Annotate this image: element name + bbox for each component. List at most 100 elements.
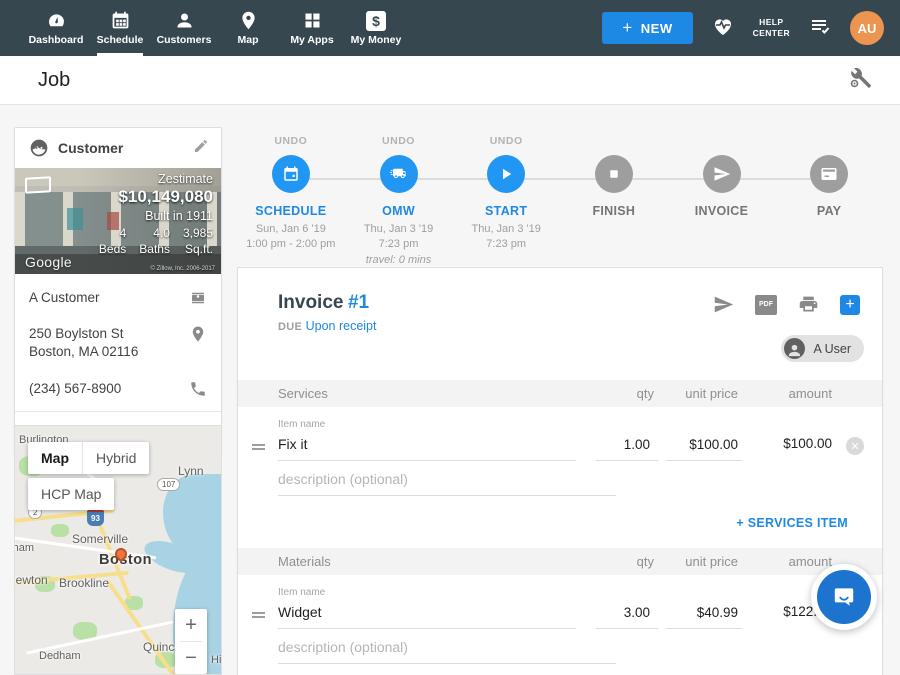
nav-item-schedule[interactable]: Schedule xyxy=(88,0,152,56)
streetview-expand-icon[interactable] xyxy=(25,176,51,193)
dashboard-icon xyxy=(46,10,67,31)
unit-price-column-header: unit price xyxy=(662,554,742,569)
services-section-header: Services qty unit price amount xyxy=(238,380,882,407)
delete-item-icon[interactable]: ✕ xyxy=(846,437,864,455)
customer-card-header: Customer xyxy=(15,128,221,168)
storefront-detail xyxy=(67,208,83,230)
timeline-step-schedule: UNDO SCHEDULE Sun, Jan 6 '191:00 pm - 2:… xyxy=(237,135,345,268)
material-qty-input[interactable] xyxy=(596,599,658,629)
map-type-button-hcp[interactable]: HCP Map xyxy=(28,478,114,510)
checklist-icon[interactable] xyxy=(808,14,832,43)
schedule-step-button[interactable] xyxy=(272,155,310,193)
property-photo[interactable]: Zestimate $10,149,080 Built in 1911 4Bed… xyxy=(15,168,221,274)
zoom-in-button[interactable]: + xyxy=(175,609,207,641)
start-step-button[interactable] xyxy=(487,155,525,193)
service-qty-input[interactable] xyxy=(596,431,658,461)
new-button[interactable]: + NEW xyxy=(602,12,692,44)
travel-time: travel: 0 mins xyxy=(364,253,433,268)
map-label-waltham: Waltham xyxy=(14,542,34,554)
amount-column-header: amount xyxy=(742,554,838,569)
add-invoice-icon[interactable]: + xyxy=(840,295,860,315)
drag-handle-icon[interactable] xyxy=(252,610,278,629)
nav-item-dashboard[interactable]: Dashboard xyxy=(24,0,88,56)
step-label: SCHEDULE xyxy=(255,204,326,218)
service-unit-price-input[interactable] xyxy=(666,431,742,461)
print-icon[interactable] xyxy=(798,294,819,315)
service-description-input[interactable] xyxy=(278,465,616,496)
chat-bubble-icon xyxy=(817,570,871,624)
due-label: DUE xyxy=(278,321,302,333)
zillow-copyright: © Zillow, Inc. 2006-2017 xyxy=(151,266,215,272)
chat-launcher-button[interactable] xyxy=(811,564,877,630)
nav-label: Map xyxy=(238,34,259,46)
nav-label: Dashboard xyxy=(29,34,84,46)
customer-name-row: A Customer xyxy=(15,280,221,316)
add-services-item-button[interactable]: + SERVICES ITEM xyxy=(736,516,848,530)
customer-phone-row: (234) 567-8900 xyxy=(15,371,221,407)
nav-item-map[interactable]: Map xyxy=(216,0,280,56)
invoice-step-button[interactable] xyxy=(703,155,741,193)
edit-pencil-icon[interactable] xyxy=(193,138,209,159)
material-description-input[interactable] xyxy=(278,633,616,664)
timeline-step-finish: FINISH xyxy=(560,135,668,268)
amount-column-header: amount xyxy=(742,386,838,401)
step-label: PAY xyxy=(817,204,842,218)
nav-label: My Money xyxy=(351,34,402,46)
timeline-step-omw: UNDO OMW Thu, Jan 3 '197:23 pm travel: 0… xyxy=(345,135,453,268)
contact-card-icon[interactable] xyxy=(189,289,207,307)
map-label-dedham: Dedham xyxy=(39,650,81,662)
drag-handle-icon[interactable] xyxy=(252,442,278,461)
play-icon xyxy=(497,165,515,183)
finish-step-button[interactable] xyxy=(595,155,633,193)
invoice-header: Invoice #1 DUE Upon receipt PDF + A User xyxy=(238,268,882,380)
user-avatar[interactable]: AU xyxy=(850,11,884,45)
topbar-right: + NEW HELP CENTER AU xyxy=(602,0,900,56)
services-item-row: Item name $100.00 ✕ xyxy=(238,407,882,496)
nav-item-my-money[interactable]: $ My Money xyxy=(344,0,408,56)
undo-button[interactable]: UNDO xyxy=(382,135,415,149)
map-type-button-hybrid[interactable]: Hybrid xyxy=(83,442,149,474)
help-center-link[interactable]: HELP CENTER xyxy=(753,17,790,38)
send-invoice-icon[interactable] xyxy=(713,294,734,315)
omw-step-button[interactable] xyxy=(380,155,418,193)
map-label-somerville: Somerville xyxy=(72,532,128,546)
step-dates: Thu, Jan 3 '197:23 pm travel: 0 mins xyxy=(364,222,433,268)
phone-icon[interactable] xyxy=(189,380,207,398)
apps-grid-icon xyxy=(302,10,323,31)
zoom-out-button[interactable]: − xyxy=(175,642,207,674)
nav-label: Customers xyxy=(157,34,212,46)
section-title: Services xyxy=(278,386,592,401)
step-dates: Sun, Jan 6 '191:00 pm - 2:00 pm xyxy=(246,222,335,253)
zestimate-label: Zestimate xyxy=(99,172,213,186)
materials-item-row: Item name $122.97 ✕ xyxy=(238,575,882,664)
pdf-icon[interactable]: PDF xyxy=(755,295,777,315)
customer-address-row: 250 Boylston St Boston, MA 02116 xyxy=(15,316,221,370)
map-type-button-map[interactable]: Map xyxy=(28,442,82,474)
nav-item-my-apps[interactable]: My Apps xyxy=(280,0,344,56)
location-pin-icon[interactable] xyxy=(189,325,207,343)
undo-button[interactable]: UNDO xyxy=(490,135,523,149)
add-materials-row: + MATERIALS ITEM xyxy=(238,664,882,675)
customer-address: 250 Boylston St Boston, MA 02116 xyxy=(29,325,189,361)
heart-pulse-icon[interactable] xyxy=(711,14,735,43)
pay-step-button[interactable] xyxy=(810,155,848,193)
stop-icon xyxy=(605,165,623,183)
map-zoom-control: + − xyxy=(175,609,207,674)
job-tools-icon[interactable] xyxy=(848,66,872,95)
due-terms-link[interactable]: Upon receipt xyxy=(306,319,377,333)
undo-button[interactable]: UNDO xyxy=(274,135,307,149)
help-center-line1: HELP xyxy=(753,17,790,28)
service-item-name-input[interactable] xyxy=(278,430,576,461)
invoice-title: Invoice xyxy=(278,292,343,313)
material-unit-price-input[interactable] xyxy=(666,599,742,629)
google-watermark: Google xyxy=(25,254,72,270)
nav-item-customers[interactable]: Customers xyxy=(152,0,216,56)
invoice-actions: PDF + xyxy=(713,294,860,315)
customer-face-icon xyxy=(29,138,49,158)
material-item-name-input[interactable] xyxy=(278,598,576,629)
assignee-chip[interactable]: A User xyxy=(781,335,864,362)
new-button-label: NEW xyxy=(641,21,673,36)
stat-baths: 4.0Baths xyxy=(139,226,170,257)
map-widget[interactable]: Burlington Lynn Waltham Somerville Bosto… xyxy=(14,425,222,675)
timeline-step-start: UNDO START Thu, Jan 3 '197:23 pm xyxy=(452,135,560,268)
